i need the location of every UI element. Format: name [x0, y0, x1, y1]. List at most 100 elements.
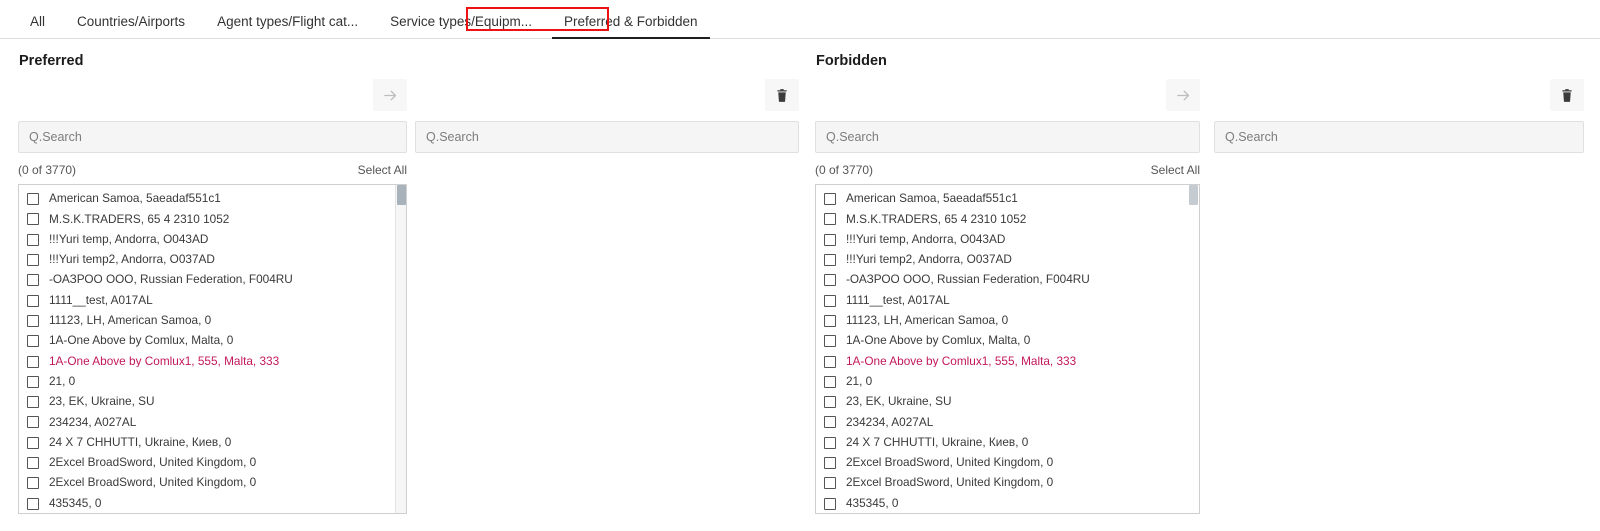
list-item[interactable]: 1111__test, A017AL [19, 290, 406, 310]
list-item[interactable]: 2Excel BroadSword, United Kingdom, 0 [816, 473, 1199, 493]
forbidden-list-scrollbar[interactable] [1188, 185, 1199, 513]
checkbox-icon[interactable] [824, 376, 836, 388]
tab-preferred-forbidden[interactable]: Preferred & Forbidden [548, 15, 714, 39]
checkbox-icon[interactable] [27, 356, 39, 368]
list-item[interactable]: 435345, 0 [19, 493, 406, 513]
checkbox-icon[interactable] [27, 457, 39, 469]
preferred-source-actions [18, 79, 407, 119]
list-item[interactable]: !!!Yuri temp2, Andorra, O037AD [19, 250, 406, 270]
list-item[interactable]: American Samoa, 5aeadaf551c1 [19, 189, 406, 209]
list-item-label: -ОАЗРОО ООО, Russian Federation, F004RU [49, 274, 293, 286]
list-item[interactable]: 1A-One Above by Comlux1, 555, Malta, 333 [816, 351, 1199, 371]
list-item-label: 2Excel BroadSword, United Kingdom, 0 [49, 477, 256, 489]
forbidden-move-right-button[interactable] [1166, 79, 1200, 111]
list-item[interactable]: 1A-One Above by Comlux1, 555, Malta, 333 [19, 351, 406, 371]
preferred-list-scrollbar[interactable] [395, 185, 406, 513]
checkbox-icon[interactable] [824, 213, 836, 225]
checkbox-icon[interactable] [824, 457, 836, 469]
checkbox-icon[interactable] [824, 437, 836, 449]
list-item[interactable]: M.S.K.TRADERS, 65 4 2310 1052 [19, 209, 406, 229]
preferred-select-all-link[interactable]: Select All [358, 163, 407, 177]
checkbox-icon[interactable] [824, 416, 836, 428]
forbidden-count-label: (0 of 3770) [815, 163, 873, 177]
list-item[interactable]: 23, EK, Ukraine, SU [19, 392, 406, 412]
list-item[interactable]: 24 X 7 CHHUTTI, Ukraine, Киев, 0 [816, 433, 1199, 453]
checkbox-icon[interactable] [824, 254, 836, 266]
checkbox-icon[interactable] [824, 315, 836, 327]
list-item[interactable]: 23, EK, Ukraine, SU [816, 392, 1199, 412]
tab-service-types-equipment[interactable]: Service types/Equipm... [374, 15, 548, 39]
tab-countries-airports[interactable]: Countries/Airports [61, 15, 201, 39]
list-item[interactable]: 11123, LH, American Samoa, 0 [816, 311, 1199, 331]
list-item[interactable]: 234234, A027AL [816, 412, 1199, 432]
preferred-target-delete-button[interactable] [765, 79, 799, 111]
checkbox-icon[interactable] [824, 295, 836, 307]
checkbox-icon[interactable] [27, 437, 39, 449]
checkbox-icon[interactable] [824, 396, 836, 408]
forbidden-target-search-input[interactable] [1225, 130, 1573, 144]
checkbox-icon[interactable] [824, 498, 836, 510]
checkbox-icon[interactable] [27, 335, 39, 347]
forbidden-source-list[interactable]: American Samoa, 5aeadaf551c1M.S.K.TRADER… [815, 184, 1200, 514]
list-item-label: -ОАЗРОО ООО, Russian Federation, F004RU [846, 274, 1090, 286]
list-item[interactable]: 21, 0 [19, 372, 406, 392]
checkbox-icon[interactable] [27, 193, 39, 205]
list-item[interactable]: 1111__test, A017AL [816, 290, 1199, 310]
checkbox-icon[interactable] [27, 234, 39, 246]
checkbox-icon[interactable] [824, 356, 836, 368]
checkbox-icon[interactable] [824, 477, 836, 489]
preferred-search-input[interactable] [29, 130, 396, 144]
preferred-search-box[interactable] [18, 121, 407, 153]
preferred-target-search-box[interactable] [415, 121, 799, 153]
forbidden-list-scroll-thumb[interactable] [1189, 185, 1198, 205]
list-item[interactable]: !!!Yuri temp, Andorra, O043AD [19, 230, 406, 250]
panels-container: Preferred (0 of 3770) Select All [0, 39, 1600, 531]
forbidden-search-box[interactable] [815, 121, 1200, 153]
list-item[interactable]: M.S.K.TRADERS, 65 4 2310 1052 [816, 209, 1199, 229]
list-item[interactable]: 1A-One Above by Comlux, Malta, 0 [816, 331, 1199, 351]
tab-agent-types-flight-categories[interactable]: Agent types/Flight cat... [201, 15, 374, 39]
checkbox-icon[interactable] [27, 396, 39, 408]
checkbox-icon[interactable] [27, 254, 39, 266]
list-item[interactable]: 435345, 0 [816, 493, 1199, 513]
tab-bar: All Countries/Airports Agent types/Fligh… [0, 0, 1600, 39]
list-item[interactable]: -ОАЗРОО ООО, Russian Federation, F004RU [816, 270, 1199, 290]
preferred-list-scroll-thumb[interactable] [397, 185, 406, 205]
list-item[interactable]: !!!Yuri temp, Andorra, O043AD [816, 230, 1199, 250]
checkbox-icon[interactable] [824, 193, 836, 205]
list-item[interactable]: -ОАЗРОО ООО, Russian Federation, F004RU [19, 270, 406, 290]
list-item[interactable]: 2Excel BroadSword, United Kingdom, 0 [19, 453, 406, 473]
list-item[interactable]: 2Excel BroadSword, United Kingdom, 0 [19, 473, 406, 493]
forbidden-search-input[interactable] [826, 130, 1189, 144]
checkbox-icon[interactable] [27, 498, 39, 510]
checkbox-icon[interactable] [27, 416, 39, 428]
checkbox-icon[interactable] [27, 274, 39, 286]
list-item[interactable]: 24 X 7 CHHUTTI, Ukraine, Киев, 0 [19, 433, 406, 453]
preferred-move-right-button[interactable] [373, 79, 407, 111]
list-item[interactable]: 2Excel BroadSword, United Kingdom, 0 [816, 453, 1199, 473]
trash-icon [1560, 88, 1574, 103]
checkbox-icon[interactable] [824, 234, 836, 246]
forbidden-select-all-link[interactable]: Select All [1151, 163, 1200, 177]
checkbox-icon[interactable] [27, 477, 39, 489]
preferred-source-list[interactable]: American Samoa, 5aeadaf551c1 M.S.K.TRADER… [18, 184, 407, 514]
list-item[interactable]: American Samoa, 5aeadaf551c1 [816, 189, 1199, 209]
forbidden-target-delete-button[interactable] [1550, 79, 1584, 111]
checkbox-icon[interactable] [824, 274, 836, 286]
list-item[interactable]: 234234, A027AL [19, 412, 406, 432]
tab-all[interactable]: All [14, 15, 61, 39]
preferred-target-search-input[interactable] [426, 130, 788, 144]
list-item[interactable]: 1A-One Above by Comlux, Malta, 0 [19, 331, 406, 351]
checkbox-icon[interactable] [27, 213, 39, 225]
list-item[interactable]: 21, 0 [816, 372, 1199, 392]
forbidden-target-search-box[interactable] [1214, 121, 1584, 153]
checkbox-icon[interactable] [27, 376, 39, 388]
checkbox-icon[interactable] [27, 315, 39, 327]
checkbox-icon[interactable] [824, 335, 836, 347]
list-item-label: M.S.K.TRADERS, 65 4 2310 1052 [49, 214, 229, 226]
list-item[interactable]: 11123, LH, American Samoa, 0 [19, 311, 406, 331]
checkbox-icon[interactable] [27, 295, 39, 307]
list-item-label: 234234, A027AL [49, 417, 136, 429]
list-item[interactable]: !!!Yuri temp2, Andorra, O037AD [816, 250, 1199, 270]
preferred-source-panel: Preferred (0 of 3770) Select All [18, 39, 407, 531]
